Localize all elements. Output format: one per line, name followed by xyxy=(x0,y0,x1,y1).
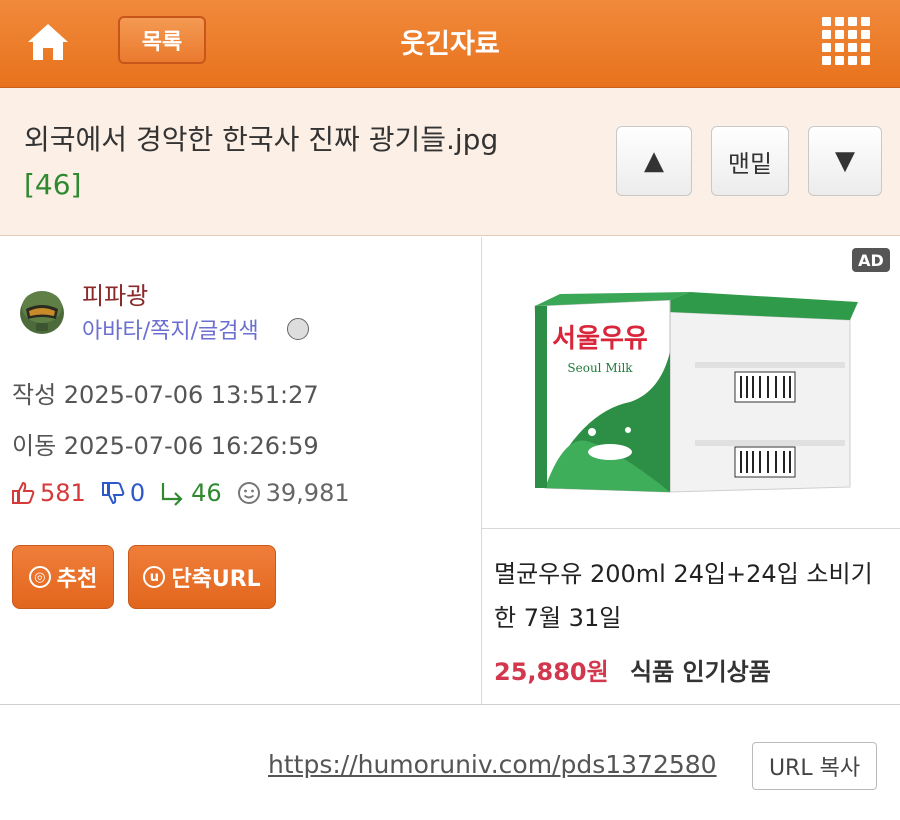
thumbs-up-icon xyxy=(12,481,35,504)
member-badge-icon xyxy=(287,318,309,340)
view-count: 39,981 xyxy=(265,479,350,507)
brand-subtext: Seoul Milk xyxy=(567,361,633,375)
dislike-count: 0 xyxy=(129,479,146,507)
smiley-view-icon xyxy=(237,482,260,504)
written-date: 작성 2025-07-06 13:51:27 xyxy=(12,381,319,409)
scroll-bottom-button[interactable]: 맨밑 xyxy=(711,126,789,196)
recommend-label: 추천 xyxy=(56,567,98,592)
top-bar: 목록 웃긴자료 xyxy=(0,0,900,88)
moved-date: 이동 2025-07-06 16:26:59 xyxy=(12,432,319,460)
recommend-icon: ◎ xyxy=(28,566,51,588)
content-divider xyxy=(0,704,900,705)
page-title: 웃긴자료 xyxy=(400,29,500,60)
brand-text: 서울우유 xyxy=(552,324,648,354)
scroll-up-button[interactable]: ▲ xyxy=(616,126,692,196)
scroll-down-button[interactable]: ▼ xyxy=(808,126,882,196)
like-count: 581 xyxy=(40,479,86,507)
author-links[interactable]: 아바타/쪽지/글검색 xyxy=(82,313,259,345)
recommend-button[interactable]: ◎ 추천 xyxy=(12,545,114,609)
avatar[interactable] xyxy=(16,285,68,337)
grid-menu-icon[interactable] xyxy=(822,17,870,65)
ad-divider xyxy=(482,528,900,529)
reply-arrow-icon xyxy=(161,483,183,506)
copy-url-button[interactable]: URL 복사 xyxy=(752,742,877,790)
short-url-button[interactable]: u 단축URL xyxy=(128,545,276,609)
ad-category: 식품 인기상품 xyxy=(630,658,771,686)
reply-count: 46 xyxy=(191,479,222,507)
short-url-label: 단축URL xyxy=(171,567,261,592)
column-divider xyxy=(481,237,482,704)
triangle-down-icon: ▼ xyxy=(835,146,855,176)
ad-price: 25,880원 xyxy=(494,658,609,686)
ad-product-image[interactable]: 서울우유 Seoul Milk xyxy=(520,292,858,508)
short-url-icon: u xyxy=(143,566,166,588)
post-title: 외국에서 경악한 한국사 진짜 광기들.jpg xyxy=(24,123,499,156)
ad-tag: AD xyxy=(852,248,890,272)
triangle-up-icon: ▲ xyxy=(644,146,664,176)
author-name[interactable]: 피파광 xyxy=(82,276,148,311)
comment-count[interactable]: [46] xyxy=(24,168,81,201)
post-stats: 581 0 46 39,981 xyxy=(10,479,364,507)
thumbs-down-icon xyxy=(101,482,125,505)
post-url-link[interactable]: https://humoruniv.com/pds1372580 xyxy=(268,750,717,779)
ad-product-name[interactable]: 멸균우유 200ml 24입+24입 소비기한 7월 31일 xyxy=(494,552,894,640)
